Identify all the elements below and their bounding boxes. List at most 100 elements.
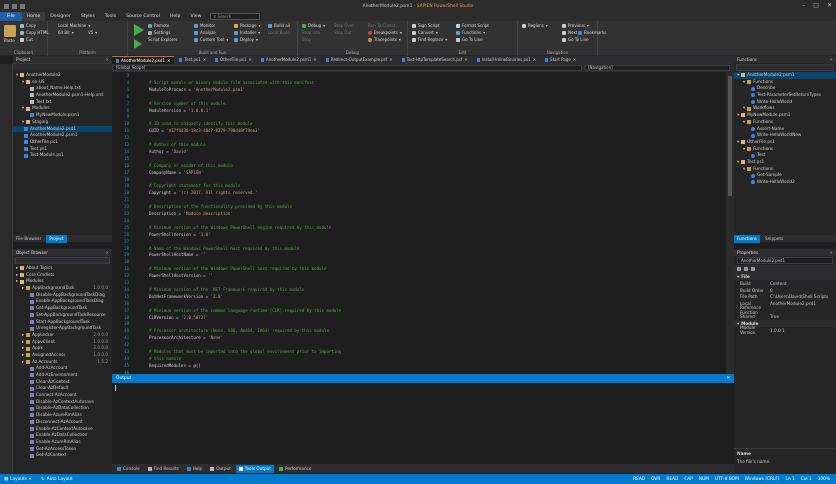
expander-icon[interactable]: ▸ <box>22 339 24 346</box>
close-icon[interactable]: ✕ <box>829 250 833 255</box>
object-browser-item[interactable]: Enable-AzureRmAlias <box>13 439 112 446</box>
find-replace-button[interactable]: Find Replace ▾ <box>412 37 447 42</box>
code-line[interactable]: # Name of the Windows PowerShell host re… <box>149 246 299 251</box>
expander-icon[interactable]: ▾ <box>22 79 24 86</box>
format-script-button[interactable]: Format Script <box>456 23 489 28</box>
tab-tools-output[interactable]: Tools Output <box>235 464 274 473</box>
menu-designer[interactable]: Designer <box>45 12 76 21</box>
code-line[interactable]: DotNetFrameworkVersion = '2.0' <box>149 294 223 299</box>
close-icon[interactable]: ✕ <box>105 57 109 62</box>
object-browser-item[interactable]: Get-AzContext <box>13 452 112 459</box>
function-tree-item[interactable]: ▾ MyNewModule.psm1 <box>734 112 836 119</box>
project-tree-item[interactable]: OtherFile.ps1 <box>13 139 112 146</box>
tab-console[interactable]: Console <box>114 465 143 473</box>
project-tree-item[interactable]: AnotherModule2.psm1 <box>13 132 112 139</box>
categorized-icon[interactable] <box>737 267 741 271</box>
object-browser-item[interactable]: Add-AzAccount <box>13 365 112 372</box>
properties-object-select[interactable]: AnotherModule2.psd1 <box>737 257 833 264</box>
object-browser-item[interactable]: ▸ Modules <box>13 278 112 285</box>
functions-button[interactable]: Functions ▾ <box>456 30 485 35</box>
document-tab[interactable]: Redirect-OutputExample.psf ✕ <box>322 56 397 64</box>
custom-tool-button[interactable]: Custom Tool ▾ <box>194 37 228 42</box>
document-tab[interactable]: AnotherModule2.psm1 ✕ <box>257 56 321 64</box>
editor-scrollbar[interactable] <box>726 72 734 374</box>
go-to-line-button[interactable]: Go To Line <box>562 37 589 42</box>
close-tab-icon[interactable]: ✕ <box>573 56 576 64</box>
tracepoints-button[interactable]: Tracepoints ▾ <box>368 37 401 42</box>
menu-help[interactable]: Help <box>165 12 185 21</box>
project-tree-item[interactable]: Test.txt <box>13 99 112 106</box>
object-browser-filter[interactable] <box>15 257 110 264</box>
code-line[interactable]: CompanyName = 'SAPIEN' <box>149 170 203 175</box>
maximize-icon[interactable]: □ <box>813 2 819 9</box>
object-browser-item[interactable]: Disable-AzureRmAlias <box>13 412 112 419</box>
property-row[interactable]: Reference Function <box>734 305 836 315</box>
project-tree-item[interactable]: AnotherModule2.psd1 <box>13 125 112 133</box>
code-line[interactable]: RequiredModules = @() <box>149 363 201 368</box>
function-tree-item[interactable]: Test <box>734 152 836 159</box>
function-tree-item[interactable]: ▾ Workflows <box>734 105 836 112</box>
function-tree-item[interactable]: ▾ OtherFile.ps1 <box>734 139 836 146</box>
go-to-line-edit-button[interactable]: Go To Line <box>456 37 483 42</box>
code-line[interactable]: # this module <box>149 356 181 361</box>
expander-icon[interactable]: ▸ <box>16 278 18 285</box>
expander-icon[interactable]: ▸ <box>22 285 24 292</box>
menu-source-control[interactable]: Source Control <box>121 12 165 21</box>
copy-html-button[interactable]: Copy HTML <box>20 30 49 35</box>
property-row[interactable]: Build Order 0 <box>734 287 836 294</box>
code-line[interactable]: Description = 'Module description' <box>149 211 233 216</box>
function-tree-item[interactable]: Write-HelloWorldNew <box>734 132 836 139</box>
document-tab[interactable]: Test-HtpTemplateSearch.psf ✕ <box>398 56 472 64</box>
deploy-button[interactable]: Deploy ▾ <box>234 37 258 42</box>
expander-icon[interactable]: ▾ <box>22 119 24 126</box>
expander-icon[interactable]: ▸ <box>22 359 24 366</box>
project-tree-item[interactable]: MyNewModule.psm1 <box>13 112 112 119</box>
close-tab-icon[interactable]: ✕ <box>533 56 536 64</box>
object-browser-item[interactable]: ▸ AssignedAccess 1.0.0.0 <box>13 352 112 359</box>
expander-icon[interactable]: ▸ <box>22 345 24 352</box>
autolayout-button[interactable]: ↻ Auto Layout <box>31 477 73 482</box>
document-tab[interactable]: Test.ps1 ✕ <box>175 56 210 64</box>
expander-icon[interactable]: ▾ <box>743 105 745 112</box>
expander-icon[interactable]: ▾ <box>737 159 739 166</box>
tab-project[interactable]: Project <box>46 235 67 243</box>
stop-button[interactable]: Stop <box>302 37 311 42</box>
tab-file-browser[interactable]: File Browser <box>13 235 44 243</box>
object-browser-item[interactable]: Get-AzAccessToken <box>13 446 112 453</box>
object-browser-item[interactable]: Disable-AppBackgroundTaskDiag <box>13 292 112 299</box>
breakpoints-button[interactable]: Breakpoints ▾ <box>368 30 402 35</box>
object-browser-item[interactable]: ▸ About Topics <box>13 265 112 272</box>
function-tree-item[interactable]: ▾ Functions <box>734 146 836 153</box>
property-value[interactable]: Content <box>770 281 787 286</box>
close-tab-icon[interactable]: ✕ <box>389 56 392 64</box>
menu-view[interactable]: View <box>185 12 206 21</box>
settings-button[interactable]: Settings <box>148 30 170 35</box>
expander-icon[interactable]: ▾ <box>743 166 745 173</box>
code-line[interactable]: # Version number of this module. <box>149 101 228 106</box>
close-icon[interactable]: ✕ <box>105 250 109 255</box>
run-console-icon[interactable] <box>134 39 142 49</box>
code-line[interactable]: # Script module or binary module file as… <box>149 80 314 85</box>
close-tab-icon[interactable]: ✕ <box>249 56 252 64</box>
sign-script-button[interactable]: Sign Script <box>412 23 440 28</box>
expander-icon[interactable]: ▾ <box>16 72 18 79</box>
project-tree-item[interactable]: AnotherModule2.psm1-Help.xml <box>13 92 112 99</box>
step-out-button[interactable]: Step Out <box>334 30 352 35</box>
monitor-button[interactable]: Monitor <box>194 23 215 28</box>
scope-select[interactable]: [Global Scope] <box>112 65 582 71</box>
object-browser-item[interactable]: ▸ AppLocker 2.0.0.0 <box>13 332 112 339</box>
properties-icon[interactable] <box>751 267 755 271</box>
object-browser-item[interactable]: Add-AzEnvironment <box>13 372 112 379</box>
paste-button[interactable]: Paste <box>4 38 15 43</box>
code-line[interactable]: ProcessorArchitecture = 'None' <box>149 335 223 340</box>
function-tree-item[interactable]: ▾ Test.ps1 <box>734 159 836 166</box>
document-tab[interactable]: Install-InlineBinaries.ps1 ✕ <box>473 56 540 64</box>
function-tree-item[interactable]: Get-Sample <box>734 172 836 179</box>
expander-icon[interactable]: ▾ <box>743 79 745 86</box>
code-line[interactable]: # Company or vendor of this module <box>149 163 233 168</box>
close-tab-icon[interactable]: ✕ <box>464 56 467 64</box>
object-browser-item[interactable]: ▸ Core Cmdlets <box>13 272 112 279</box>
expander-icon[interactable]: ▾ <box>737 112 739 119</box>
object-browser-item[interactable]: Unregister-AppBackgroundTask <box>13 325 112 332</box>
layouts-button[interactable]: ▦ Layouts ▾ <box>0 477 31 482</box>
